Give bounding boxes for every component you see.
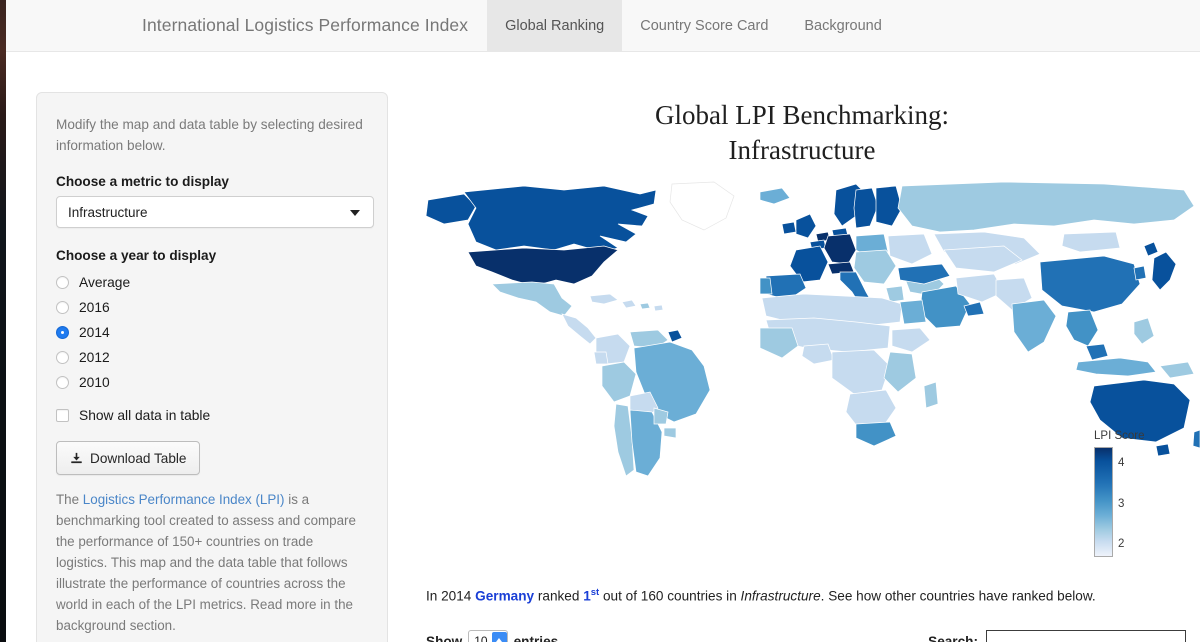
legend-color-gradient-bar — [1094, 447, 1113, 558]
navbar-inner: International Logistics Performance Inde… — [6, 0, 900, 51]
screenshot-root: International Logistics Performance Inde… — [0, 0, 1200, 642]
page-title-line1: Global LPI Benchmarking: — [655, 100, 949, 130]
panel-intro-text: Modify the map and data table by selecti… — [56, 117, 363, 153]
rank-number: 1 — [583, 588, 591, 604]
legend-tick-labels: 4 3 2 — [1118, 447, 1158, 557]
checkbox-label: Show all data in table — [79, 408, 211, 424]
metric-select-value: Infrastructure — [68, 204, 148, 220]
browser-window: International Logistics Performance Inde… — [6, 0, 1200, 642]
legend-body: 4 3 2 — [1094, 447, 1190, 558]
app-brand-title: International Logistics Performance Inde… — [142, 15, 469, 35]
navbar: International Logistics Performance Inde… — [6, 0, 1200, 52]
download-table-label: Download Table — [90, 450, 187, 466]
description-rest: is a benchmarking tool created to assess… — [56, 492, 356, 633]
entries-select[interactable]: 10 — [468, 630, 508, 642]
chevron-up-down-icon[interactable] — [491, 632, 507, 642]
rank-summary-sentence: In 2014 Germany ranked 1st out of 160 co… — [426, 587, 1186, 604]
radio-year-2016[interactable]: 2016 — [56, 295, 368, 320]
radio-year-2010[interactable]: 2010 — [56, 370, 368, 395]
search-label: Search: — [928, 633, 978, 642]
chevron-down-icon — [350, 210, 360, 217]
legend-tick-3: 3 — [1118, 498, 1125, 511]
rank-metric-name: Infrastructure — [740, 588, 821, 604]
radio-year-average[interactable]: Average — [56, 270, 368, 295]
radio-icon — [56, 376, 69, 390]
radio-selected-icon — [56, 326, 69, 340]
tab-background[interactable]: Background — [786, 0, 899, 51]
entries-label: entries — [513, 633, 559, 642]
radio-label: 2012 — [79, 350, 110, 366]
tab-country-score-card[interactable]: Country Score Card — [622, 0, 786, 51]
radio-label: Average — [79, 275, 131, 291]
rank-prefix: In 2014 — [426, 588, 476, 604]
search-control: Search: — [928, 630, 1186, 642]
entries-select-value: 10 — [474, 634, 488, 642]
radio-icon — [56, 276, 69, 290]
show-label: Show — [426, 633, 463, 642]
radio-year-2012[interactable]: 2012 — [56, 345, 368, 370]
map-svg — [425, 181, 1200, 477]
year-radio-group: Average 2016 2014 2012 2010 — [56, 270, 368, 395]
checkbox-show-all-data[interactable]: Show all data in table — [56, 408, 368, 423]
radio-icon — [56, 301, 69, 315]
legend-tick-2: 2 — [1118, 537, 1125, 550]
main-content: Global LPI Benchmarking: Infrastructure — [404, 62, 1200, 642]
rank-country-name: Germany — [475, 588, 535, 604]
table-controls: Show 10 entries Search: — [426, 630, 1186, 642]
tab-global-ranking[interactable]: Global Ranking — [487, 0, 623, 51]
rank-mid: ranked — [534, 588, 584, 604]
download-table-button[interactable]: Download Table — [56, 441, 201, 476]
legend-tick-4: 4 — [1118, 456, 1125, 469]
radio-label: 2010 — [79, 375, 110, 391]
radio-icon — [56, 351, 69, 365]
metric-select[interactable]: Infrastructure — [56, 196, 374, 229]
control-panel: Modify the map and data table by selecti… — [36, 92, 388, 642]
rank-mid2: out of 160 countries in — [599, 588, 741, 604]
rank-suffix-text: . See how other countries have ranked be… — [820, 588, 1096, 604]
description-prefix: The — [56, 492, 83, 508]
year-field-label: Choose a year to display — [56, 248, 217, 264]
radio-year-2014[interactable]: 2014 — [56, 320, 368, 345]
page-title-line2: Infrastructure — [728, 135, 876, 166]
rank-ordinal-suffix: st — [590, 587, 600, 598]
search-input[interactable] — [986, 630, 1186, 642]
panel-description: The Logistics Performance Index (LPI) is… — [56, 490, 368, 636]
world-choropleth-map[interactable]: LPI Score 4 3 2 — [404, 180, 1200, 558]
page-title: Global LPI Benchmarking: Infrastructure — [404, 98, 1200, 168]
legend-title: LPI Score — [1094, 430, 1145, 443]
checkbox-icon — [56, 409, 69, 423]
radio-label: 2014 — [79, 325, 110, 341]
map-legend: LPI Score 4 3 2 — [1094, 430, 1190, 558]
radio-label: 2016 — [79, 300, 110, 316]
metric-field-label: Choose a metric to display — [56, 174, 229, 190]
lpi-link[interactable]: Logistics Performance Index (LPI) — [83, 492, 285, 507]
download-icon — [71, 452, 82, 463]
entries-control: Show 10 entries — [426, 630, 558, 642]
